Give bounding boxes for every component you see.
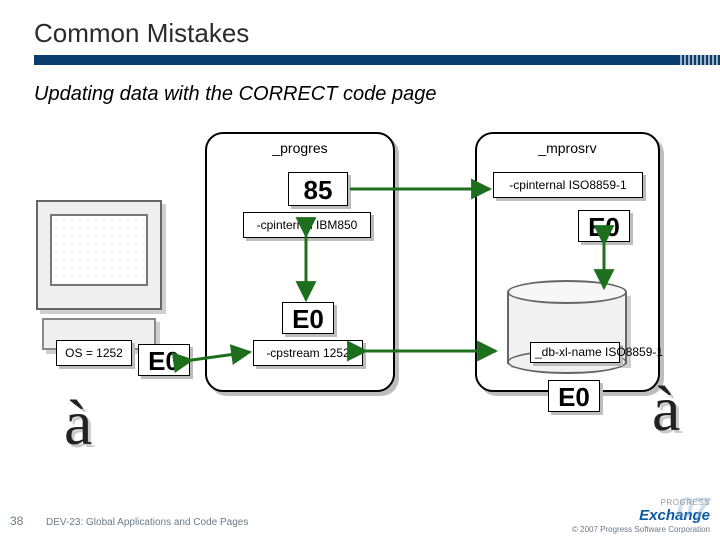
char-code-e0-db: E0 — [548, 380, 600, 412]
mprosrv-label: _mprosrv — [477, 134, 658, 156]
db-xl-name-label: _db-xl-name ISO8859-1 — [530, 342, 620, 363]
char-code-85: 85 — [288, 172, 348, 206]
logo-year: 07 — [677, 492, 710, 526]
page-number: 38 — [10, 514, 23, 528]
os-codepage-label: OS = 1252 — [56, 340, 132, 366]
diagram-canvas: _progres _mprosrv 85 -cpinternal ISO8859… — [0, 110, 720, 490]
char-code-e0-server: E0 — [578, 210, 630, 242]
progres-label: _progres — [207, 134, 393, 156]
glyph-client: à — [64, 386, 92, 460]
footer: 38 DEV-23: Global Applications and Code … — [0, 496, 720, 540]
cpstream-label: -cpstream 1252 — [253, 340, 363, 366]
slide-subtitle: Updating data with the CORRECT code page — [0, 73, 720, 106]
exchange-logo: 07 PROGRESS Exchange — [639, 498, 710, 524]
title-bar — [34, 55, 720, 65]
cpinternal-ibm-label: -cpinternal IBM850 — [243, 212, 371, 238]
cpinternal-iso-label: -cpinternal ISO8859-1 — [493, 172, 643, 198]
footer-session-title: DEV-23: Global Applications and Code Pag… — [46, 517, 248, 528]
copyright: © 2007 Progress Software Corporation — [572, 525, 710, 534]
slide-title: Common Mistakes — [34, 18, 720, 49]
char-code-e0-stream: E0 — [282, 302, 334, 334]
glyph-db: à — [652, 372, 680, 446]
char-code-e0-client: E0 — [138, 344, 190, 376]
